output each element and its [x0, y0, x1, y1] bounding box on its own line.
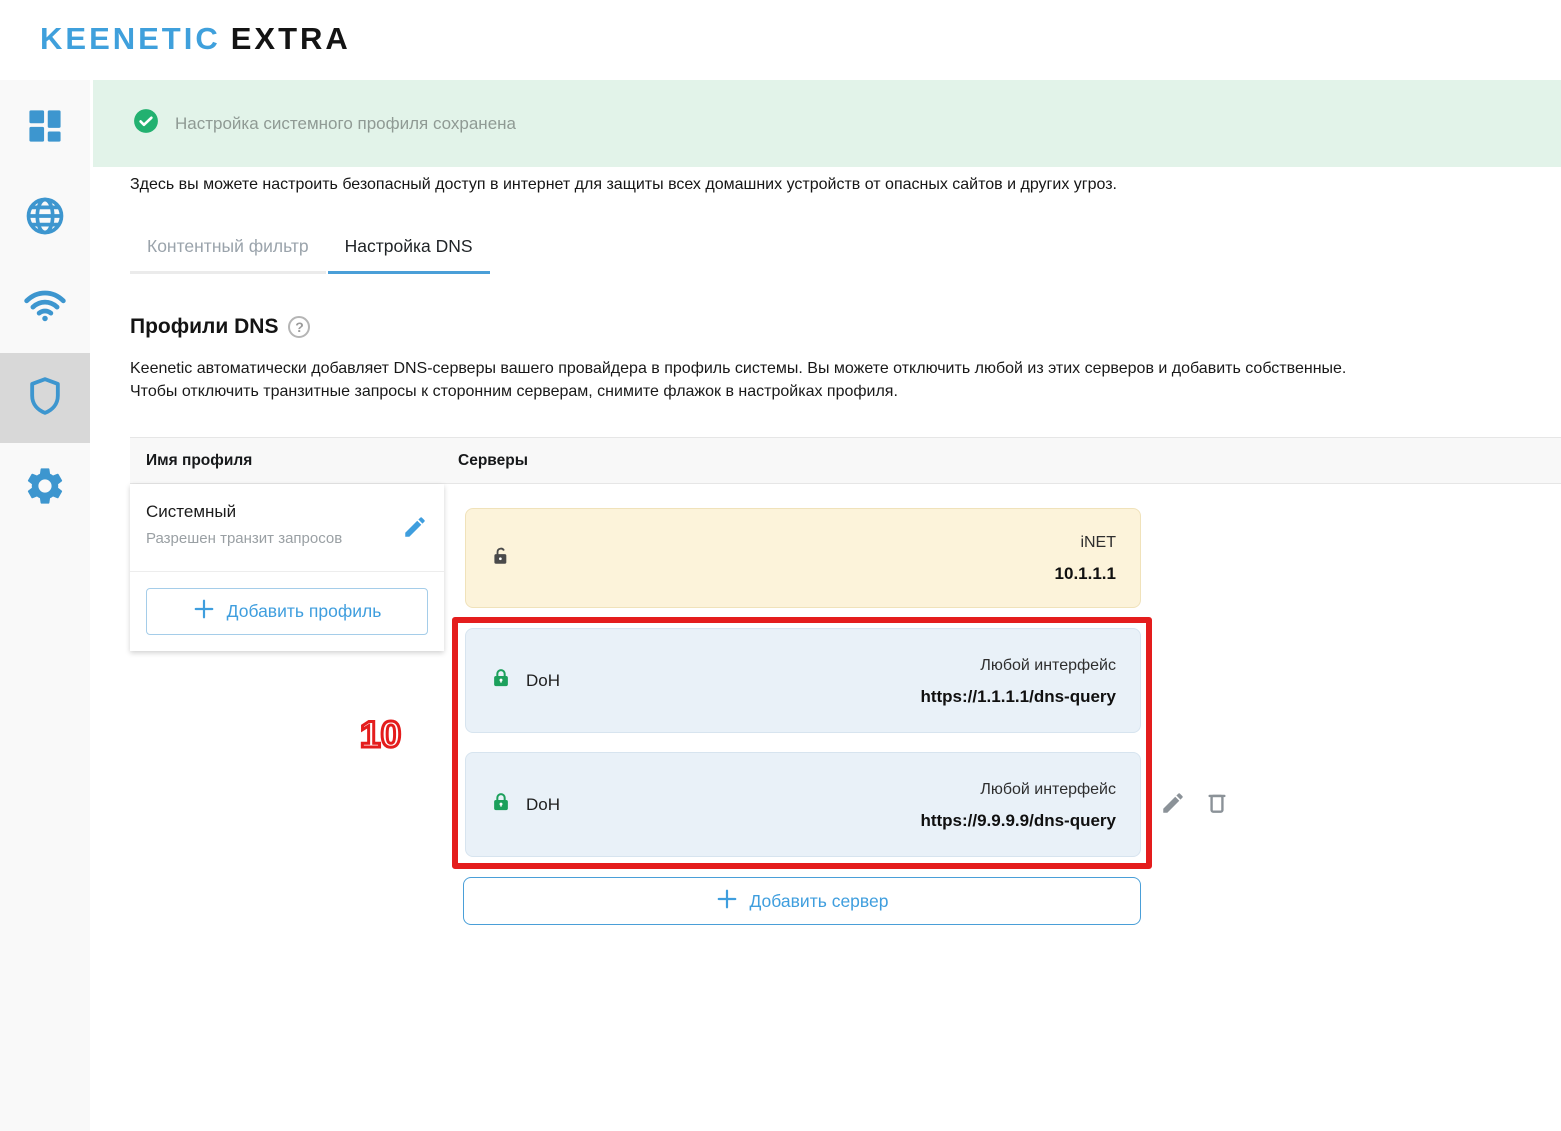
- server-address: https://9.9.9.9/dns-query: [920, 805, 1116, 836]
- help-icon[interactable]: ?: [288, 316, 310, 338]
- add-server-button[interactable]: Добавить сервер: [463, 877, 1141, 925]
- success-banner: Настройка системного профиля сохранена: [93, 80, 1561, 167]
- server-name: DoH: [526, 671, 560, 691]
- page-intro: Здесь вы можете настроить безопасный дос…: [130, 176, 1550, 194]
- server-left: DoH: [490, 790, 560, 819]
- column-profile-name: Имя профиля: [146, 452, 252, 470]
- profile-name: Системный: [146, 502, 428, 522]
- server-info: Любой интерфейс https://1.1.1.1/dns-quer…: [920, 650, 1116, 712]
- server-card-provider[interactable]: iNET 10.1.1.1: [465, 508, 1141, 608]
- column-servers: Серверы: [458, 452, 528, 470]
- plus-icon: [716, 888, 738, 915]
- globe-icon: [23, 194, 67, 243]
- edit-server-icon[interactable]: [1160, 790, 1186, 821]
- add-profile-label: Добавить профиль: [227, 601, 382, 622]
- sidebar-item-dashboard[interactable]: [0, 83, 90, 173]
- section-title: Профили DNS: [130, 315, 278, 339]
- section-head: Профили DNS ?: [130, 315, 310, 339]
- brand-logo: KEENETIC EXTRA: [40, 21, 351, 57]
- gear-icon: [23, 464, 67, 513]
- top-bar: KEENETIC EXTRA: [0, 0, 1561, 80]
- server-name: DoH: [526, 795, 560, 815]
- banner-message: Настройка системного профиля сохранена: [175, 114, 516, 134]
- profile-entry-system[interactable]: Системный Разрешен транзит запросов: [130, 484, 444, 572]
- server-left: DoH: [490, 666, 560, 695]
- table-header: Имя профиля Серверы: [130, 437, 1561, 484]
- tab-bar: Контентный фильтр Настройка DNS: [130, 236, 492, 274]
- server-interface: iNET: [1055, 527, 1116, 558]
- tab-dns-settings[interactable]: Настройка DNS: [328, 236, 490, 274]
- server-address: https://1.1.1.1/dns-query: [920, 681, 1116, 712]
- sidebar-item-security[interactable]: [0, 353, 90, 443]
- server-card-doh-1[interactable]: DoH Любой интерфейс https://1.1.1.1/dns-…: [465, 628, 1141, 733]
- brand-name: KEENETIC: [40, 21, 221, 56]
- lock-open-icon: [490, 544, 512, 573]
- plus-icon: [193, 598, 215, 625]
- section-description: Keenetic автоматически добавляет DNS-сер…: [130, 357, 1555, 403]
- server-info: Любой интерфейс https://9.9.9.9/dns-quer…: [920, 774, 1116, 836]
- server-row-actions: [1160, 790, 1230, 821]
- check-circle-icon: [133, 108, 159, 139]
- profile-note: Разрешен транзит запросов: [146, 530, 428, 547]
- wifi-icon: [23, 284, 67, 333]
- server-interface: Любой интерфейс: [920, 774, 1116, 805]
- sidebar-item-internet[interactable]: [0, 173, 90, 263]
- edit-profile-icon[interactable]: [402, 514, 428, 545]
- server-info: iNET 10.1.1.1: [1055, 527, 1116, 589]
- add-server-label: Добавить сервер: [750, 891, 889, 912]
- add-profile-button[interactable]: Добавить профиль: [146, 588, 428, 635]
- annotation-step-number: 10: [360, 714, 401, 756]
- sidebar-item-wifi[interactable]: [0, 263, 90, 353]
- server-card-doh-2[interactable]: DoH Любой интерфейс https://9.9.9.9/dns-…: [465, 752, 1141, 857]
- profile-card: Системный Разрешен транзит запросов Доба…: [130, 484, 444, 651]
- shield-icon: [23, 374, 67, 423]
- brand-model: EXTRA: [231, 21, 351, 56]
- lock-closed-icon: [490, 790, 512, 819]
- dashboard-icon: [23, 104, 67, 153]
- server-address: 10.1.1.1: [1055, 558, 1116, 589]
- server-left: [490, 544, 512, 573]
- sidebar-item-settings[interactable]: [0, 443, 90, 533]
- lock-closed-icon: [490, 666, 512, 695]
- delete-server-icon[interactable]: [1204, 790, 1230, 821]
- tab-content-filter[interactable]: Контентный фильтр: [130, 236, 326, 274]
- server-interface: Любой интерфейс: [920, 650, 1116, 681]
- sidebar: [0, 80, 90, 1131]
